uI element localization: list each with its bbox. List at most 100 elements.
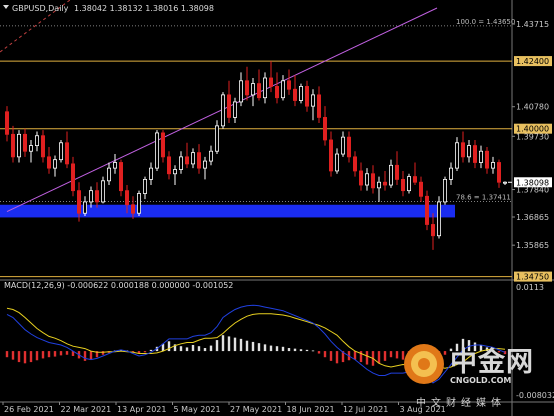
macd-histogram-bar — [293, 348, 297, 352]
candle-body — [400, 178, 405, 192]
candle-body — [484, 150, 489, 169]
fib-level-label: 78.6 = 1.37411 — [456, 194, 511, 202]
macd-histogram-bar — [365, 351, 369, 365]
macd-histogram-bar — [35, 351, 39, 361]
macd-histogram-bar — [239, 338, 243, 352]
candle-body — [490, 162, 495, 169]
candle-body — [22, 133, 27, 152]
macd-histogram-bar — [149, 349, 153, 352]
price-axis-label: 1.39730 — [516, 132, 549, 141]
candle-body — [334, 153, 339, 172]
macd-histogram-bar — [263, 344, 267, 352]
candle-body — [196, 152, 201, 169]
candle-body — [412, 176, 417, 183]
candle-body — [436, 201, 441, 237]
candle-body — [442, 178, 447, 203]
macd-histogram-bar — [17, 351, 21, 363]
macd-histogram-bar — [275, 346, 279, 352]
candle-body — [346, 136, 351, 158]
macd-histogram-bar — [185, 347, 189, 352]
candles-layer: 1.38098 — [5, 61, 552, 250]
candle-body — [364, 173, 369, 186]
macd-histogram-bar — [245, 340, 249, 352]
candle-body — [448, 167, 453, 180]
candle-body — [125, 190, 130, 206]
macd-histogram-bar — [89, 351, 93, 360]
candle-body — [178, 156, 183, 170]
macd-histogram-bar — [203, 348, 207, 352]
macd-histogram-bar — [329, 351, 333, 361]
candle-body — [478, 150, 483, 163]
chart-header: GBPUSD,Daily 1.38042 1.38132 1.38016 1.3… — [3, 4, 214, 13]
level-price-label: 1.34750 — [516, 273, 549, 282]
macd-histogram-bar — [23, 351, 27, 364]
macd-histogram-bar — [143, 351, 147, 353]
macd-histogram-bar — [41, 351, 45, 359]
candle-body — [10, 133, 15, 158]
candle-body — [130, 204, 135, 214]
candle-body — [77, 190, 82, 214]
symbol-arrow-icon — [3, 5, 9, 9]
candle-body — [322, 117, 327, 141]
macd-histogram-bar — [221, 335, 225, 352]
macd-histogram-bar — [335, 351, 339, 364]
macd-histogram-bar — [83, 351, 87, 361]
macd-histogram-bar — [11, 351, 15, 360]
candle-body — [352, 156, 357, 172]
candle-body — [71, 163, 76, 192]
time-axis-label: 12 Jul 2021 — [343, 405, 388, 414]
time-axis-label: 27 May 2021 — [230, 405, 282, 414]
candle-body — [184, 156, 189, 165]
candle-body — [142, 178, 147, 194]
candle-body — [304, 86, 309, 107]
candle-body — [95, 190, 100, 203]
price-axis-label: 1.40780 — [516, 103, 549, 112]
cngold-logo-icon — [404, 344, 444, 384]
support-zone — [0, 204, 455, 218]
macd-histogram-bar — [323, 351, 327, 358]
macd-histogram-bar — [215, 340, 219, 352]
candle-body — [5, 111, 10, 135]
candle-body — [496, 162, 501, 183]
candle-body — [83, 201, 88, 214]
candle-body — [101, 180, 106, 203]
macd-header: MACD(12,26,9) -0.000622 0.000188 0.00000… — [4, 281, 233, 290]
macd-histogram-bar — [53, 351, 57, 357]
macd-axis-label-top: 0.0113 — [516, 283, 544, 292]
level-price-label: 1.42400 — [516, 57, 549, 66]
watermark-domain: CNGOLD.COM — [450, 376, 512, 385]
candle-body — [286, 80, 291, 90]
macd-histogram-bar — [197, 346, 201, 352]
candle-body — [466, 145, 471, 158]
macd-histogram-bar — [389, 351, 393, 358]
price-axis-label: 1.37840 — [516, 186, 549, 195]
candle-body — [65, 142, 70, 165]
macd-histogram-bar — [317, 351, 321, 354]
candle-body — [388, 164, 393, 186]
candle-body — [226, 94, 231, 118]
macd-histogram-bar — [305, 349, 309, 352]
time-axis-label: 5 May 2021 — [174, 405, 221, 414]
candle-body — [166, 156, 171, 175]
candle-body — [202, 160, 207, 169]
candle-body — [113, 162, 118, 169]
candle-body — [274, 86, 279, 99]
candle-body — [220, 94, 225, 127]
macd-histogram-bar — [251, 341, 255, 352]
candle-body — [107, 167, 112, 182]
candle-body — [148, 167, 153, 180]
time-axis-label: 22 Mar 2021 — [61, 405, 112, 414]
candle-body — [136, 193, 141, 214]
ohlc-values: 1.38042 1.38132 1.38016 1.38098 — [74, 4, 214, 13]
price-axis-label: 1.36865 — [516, 213, 549, 222]
macd-histogram-bar — [5, 351, 9, 358]
macd-histogram-bar — [47, 351, 51, 358]
fib-level-label: 100.0 = 1.43650 — [456, 18, 515, 26]
watermark-logo-text: 中金网 — [450, 347, 534, 378]
candle-body — [28, 145, 33, 152]
macd-histogram-bar — [395, 351, 399, 359]
candle-body — [424, 195, 429, 225]
candle-body — [418, 181, 423, 197]
candle-body — [460, 142, 465, 158]
macd-histogram-bar — [227, 336, 231, 352]
